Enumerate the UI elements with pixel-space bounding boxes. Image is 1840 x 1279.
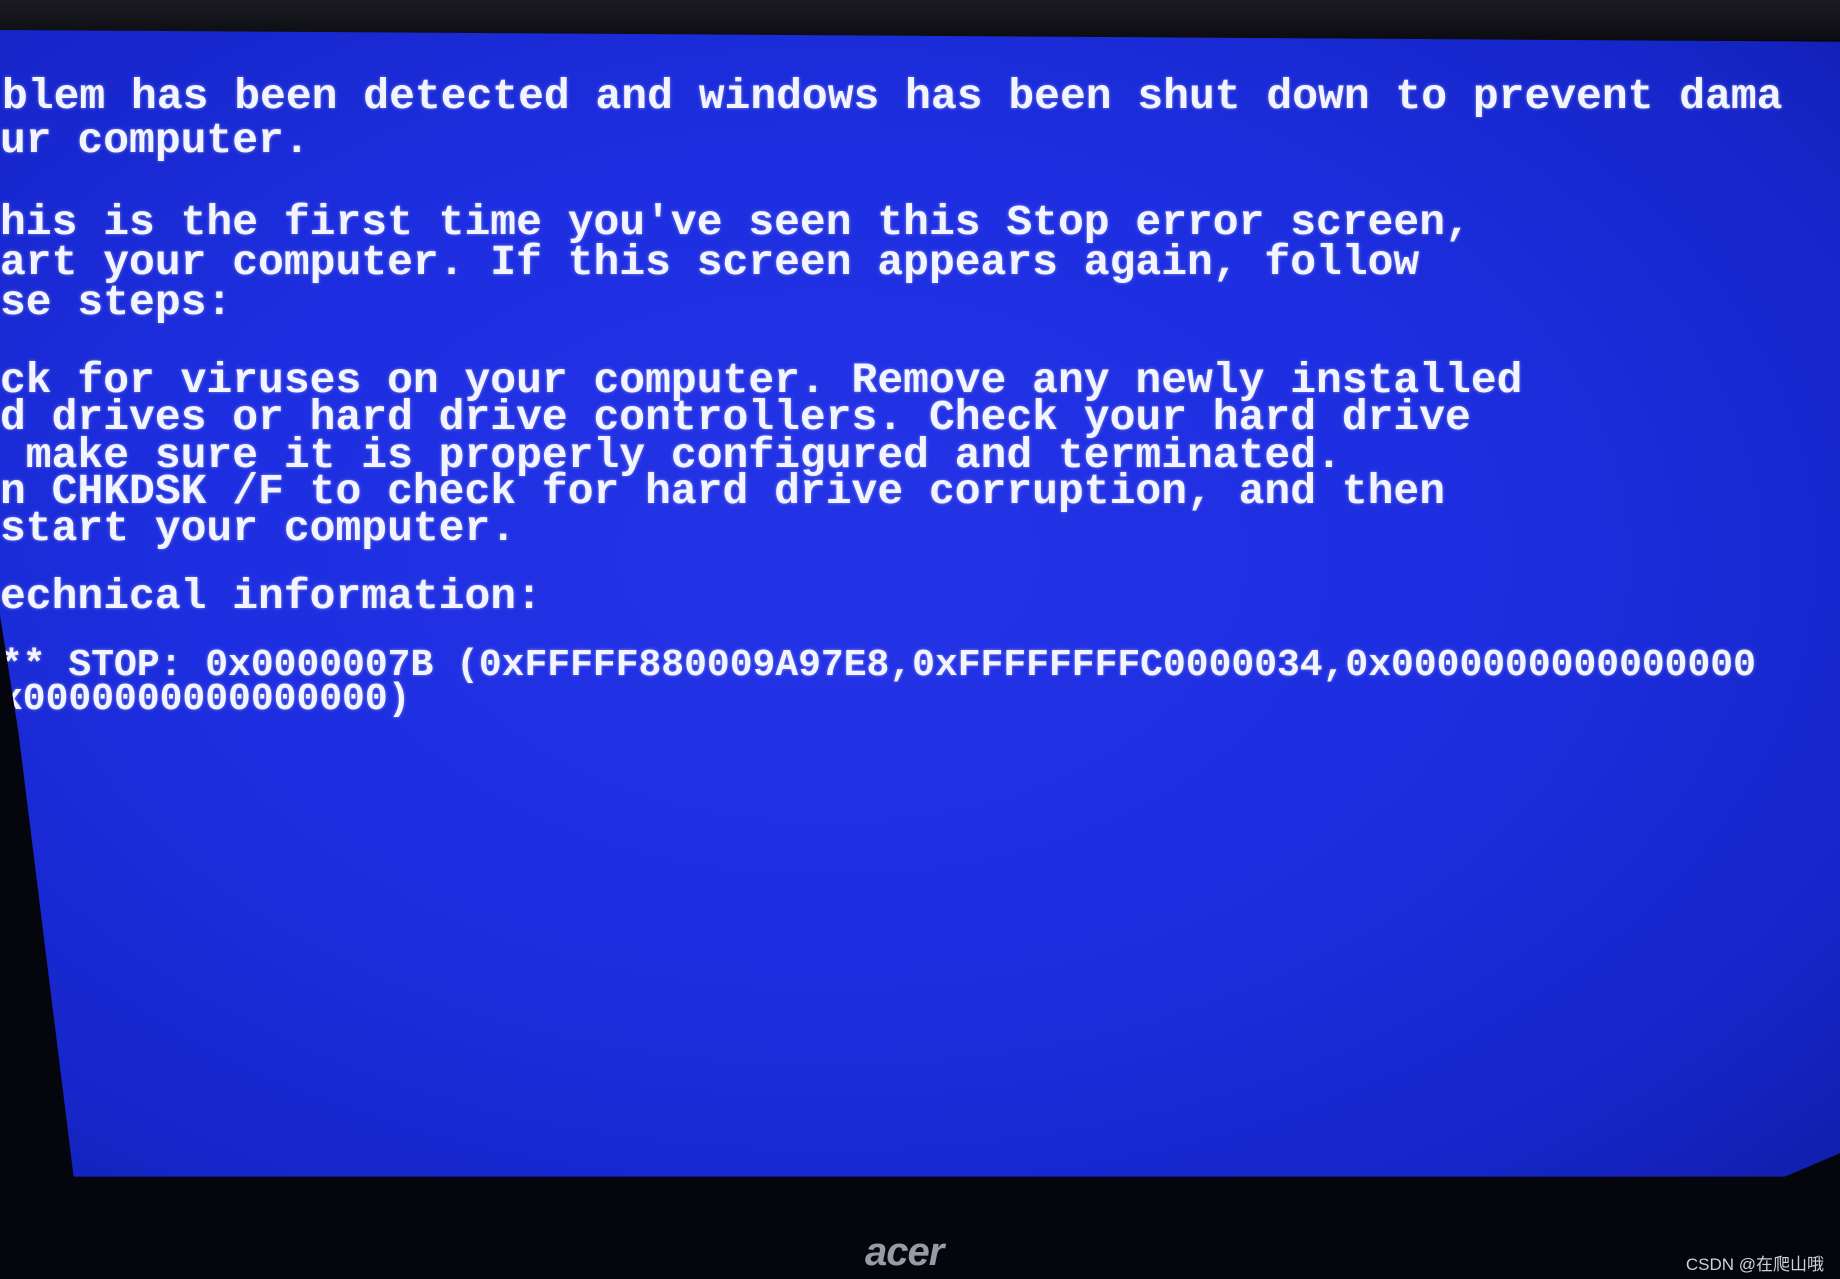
error-line-5: se steps: bbox=[0, 278, 233, 327]
acer-logo: acer bbox=[865, 1230, 944, 1274]
error-line-1: blem has been detected and windows has b… bbox=[2, 72, 1783, 121]
error-line-2: ur computer. bbox=[0, 116, 310, 165]
stop-code-line-2: x0000000000000000) bbox=[0, 678, 411, 721]
error-line-10: start your computer. bbox=[0, 504, 517, 553]
blue-screen-of-death: blem has been detected and windows has b… bbox=[0, 30, 1840, 1177]
csdn-watermark: CSDN @在爬山哦 bbox=[1685, 1255, 1824, 1274]
technical-info-heading: echnical information: bbox=[0, 572, 542, 621]
